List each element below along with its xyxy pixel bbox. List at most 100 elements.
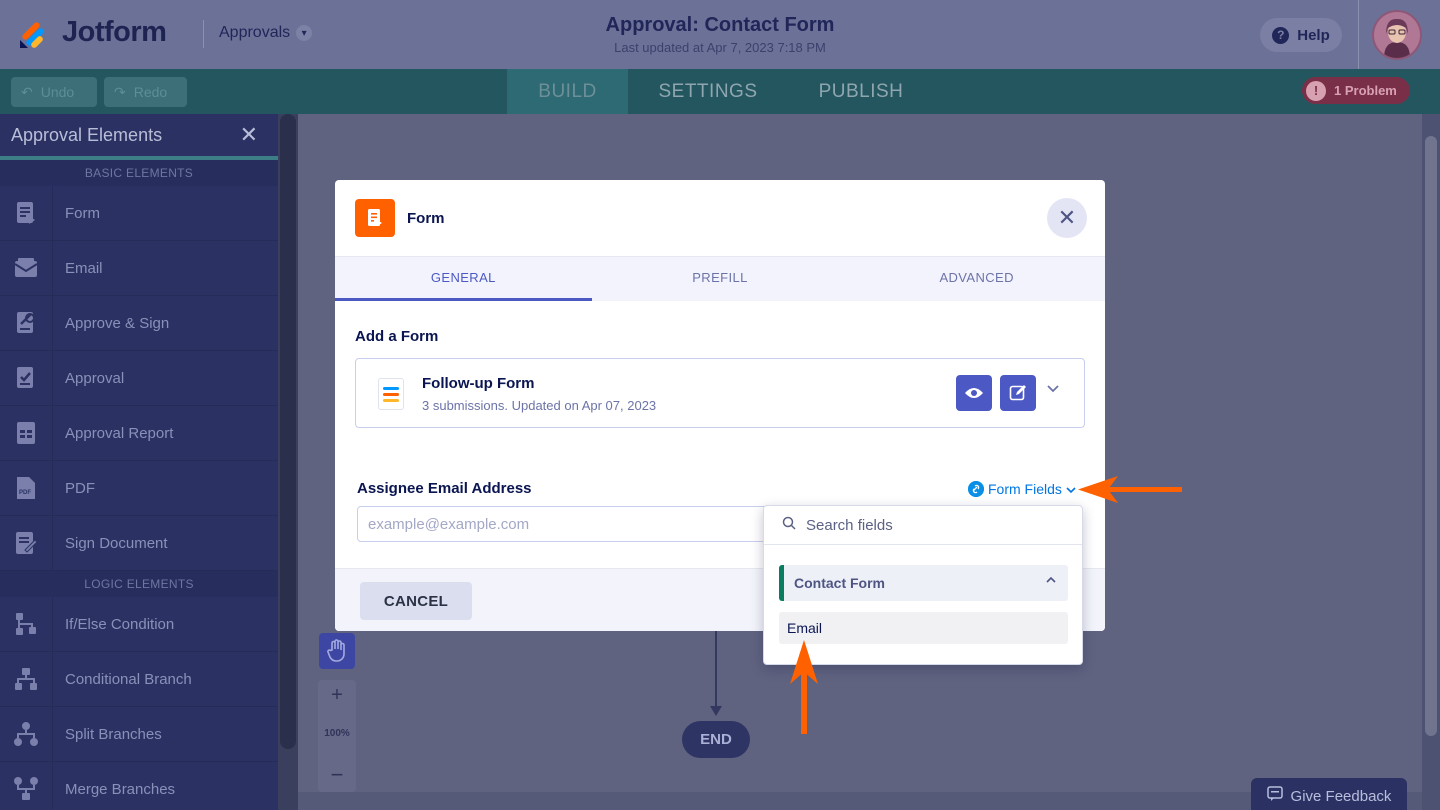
sidebar-item-conditional-branch[interactable]: Conditional Branch [0, 651, 278, 707]
form-icon [355, 199, 395, 237]
form-fields-dropdown-toggle[interactable]: Form Fields [968, 481, 1076, 497]
feedback-label: Give Feedback [1290, 787, 1392, 805]
approvals-dropdown[interactable]: Approvals ▾ [219, 24, 313, 42]
search-placeholder: Search fields [806, 516, 893, 534]
tab-advanced[interactable]: ADVANCED [848, 257, 1105, 301]
eye-icon [965, 388, 983, 398]
help-label: Help [1297, 26, 1330, 44]
scrollbar-thumb[interactable] [1425, 136, 1437, 736]
sidebar-item-merge-branches[interactable]: Merge Branches [0, 761, 278, 810]
give-feedback-button[interactable]: Give Feedback [1251, 778, 1407, 810]
last-updated-text: Last updated at Apr 7, 2023 7:18 PM [614, 40, 826, 55]
zoom-controls: + 100% − [318, 680, 356, 792]
undo-icon: ↶ [21, 83, 33, 100]
alert-icon: ! [1306, 80, 1326, 101]
form-fields-label: Form Fields [988, 481, 1062, 497]
jotform-logo-icon [18, 14, 50, 50]
field-group-contact-form[interactable]: Contact Form [779, 565, 1068, 601]
flow-connector [715, 631, 717, 711]
search-icon [782, 516, 796, 534]
modal-close-button[interactable]: ✕ [1047, 198, 1087, 238]
hand-tool-button[interactable] [319, 633, 355, 669]
approve-sign-icon [0, 295, 53, 351]
sidebar-item-if-else[interactable]: If/Else Condition [0, 596, 278, 652]
undo-button[interactable]: ↶ Undo [11, 77, 97, 107]
if-else-icon [0, 596, 53, 652]
split-branches-icon [0, 706, 53, 762]
modal-title: Form [407, 209, 445, 227]
sidebar-item-approval-report[interactable]: Approval Report [0, 405, 278, 461]
sidebar-scrollbar[interactable] [278, 114, 298, 810]
selected-form-card[interactable]: Follow-up Form 3 submissions. Updated on… [355, 358, 1085, 428]
edit-form-button[interactable] [1000, 375, 1036, 411]
approval-icon [0, 350, 53, 406]
tab-general[interactable]: GENERAL [335, 257, 592, 301]
end-node[interactable]: END [682, 721, 750, 758]
approval-report-icon [0, 405, 53, 461]
chevron-down-icon[interactable] [1046, 381, 1060, 399]
edit-icon [1009, 385, 1026, 401]
sidebar-item-form[interactable]: Form [0, 185, 278, 241]
close-icon[interactable]: ✕ [240, 122, 258, 148]
tab-settings[interactable]: SETTINGS [643, 69, 773, 114]
form-card-title: Follow-up Form [422, 375, 535, 392]
sidebar-item-sign-document[interactable]: Sign Document [0, 515, 278, 571]
zoom-in-button[interactable]: + [318, 684, 356, 707]
chevron-down-icon [1066, 481, 1076, 497]
scrollbar-thumb[interactable] [280, 114, 296, 749]
feedback-icon [1266, 786, 1283, 806]
sidebar-item-pdf[interactable]: PDF PDF [0, 460, 278, 516]
basic-elements-section: BASIC ELEMENTS [0, 160, 278, 186]
modal-header: Form [335, 180, 1105, 257]
question-icon: ? [1272, 26, 1290, 44]
add-form-label: Add a Form [355, 328, 439, 345]
assignee-email-label: Assignee Email Address [357, 480, 532, 497]
sidebar-item-label: Form [65, 204, 100, 222]
logic-elements-section: LOGIC ELEMENTS [0, 571, 278, 597]
builder-navbar: ↶ Undo ↷ Redo BUILD SETTINGS PUBLISH [0, 69, 1440, 114]
chevron-down-icon: ▾ [296, 25, 313, 41]
undo-label: Undo [40, 84, 75, 100]
canvas-vertical-scrollbar[interactable] [1422, 114, 1440, 810]
sidebar-item-label: Approve & Sign [65, 314, 170, 332]
jotform-logo[interactable]: Jotform [18, 14, 167, 50]
approvals-label: Approvals [219, 24, 291, 41]
sidebar-item-split-branches[interactable]: Split Branches [0, 706, 278, 762]
zoom-out-button[interactable]: − [318, 762, 356, 788]
hand-icon [327, 639, 345, 662]
form-icon [0, 185, 53, 241]
top-header: Jotform Approvals ▾ Approval: Contact Fo… [0, 0, 1440, 69]
pdf-icon: PDF [0, 460, 53, 516]
close-icon: ✕ [1057, 205, 1077, 230]
sidebar-item-label: Email [65, 259, 103, 277]
modal-tabs: GENERAL PREFILL ADVANCED [335, 257, 1105, 301]
preview-form-button[interactable] [956, 375, 992, 411]
redo-button[interactable]: ↷ Redo [104, 77, 187, 107]
sidebar-item-approval[interactable]: Approval [0, 350, 278, 406]
sidebar-item-label: If/Else Condition [65, 615, 175, 633]
tab-build[interactable]: BUILD [507, 69, 628, 114]
flow-arrowhead [710, 706, 722, 716]
conditional-branch-icon [0, 651, 53, 707]
sidebar-header: Approval Elements ✕ [0, 114, 278, 160]
sidebar-item-approve-sign[interactable]: Approve & Sign [0, 295, 278, 351]
assignee-email-input[interactable] [357, 506, 797, 542]
cancel-button[interactable]: CANCEL [360, 582, 472, 620]
help-button[interactable]: ? Help [1260, 18, 1342, 52]
approval-elements-sidebar: Approval Elements ✕ BASIC ELEMENTS Form … [0, 114, 278, 810]
tab-prefill[interactable]: PREFILL [592, 257, 849, 301]
problem-badge[interactable]: ! 1 Problem [1302, 77, 1410, 104]
sidebar-item-label: Approval Report [65, 424, 174, 442]
problem-label: 1 Problem [1334, 83, 1397, 98]
avatar[interactable] [1372, 10, 1422, 60]
logo-text: Jotform [62, 15, 167, 48]
form-list-icon [378, 378, 404, 410]
form-card-subtitle: 3 submissions. Updated on Apr 07, 2023 [422, 398, 657, 413]
sidebar-item-email[interactable]: Email [0, 240, 278, 296]
redo-icon: ↷ [114, 83, 126, 100]
search-fields-input[interactable]: Search fields [764, 506, 1082, 545]
page-title: Approval: Contact Form [605, 14, 835, 36]
tab-publish[interactable]: PUBLISH [800, 69, 922, 114]
field-option-email[interactable]: Email [779, 612, 1068, 644]
sidebar-item-label: Split Branches [65, 725, 162, 743]
